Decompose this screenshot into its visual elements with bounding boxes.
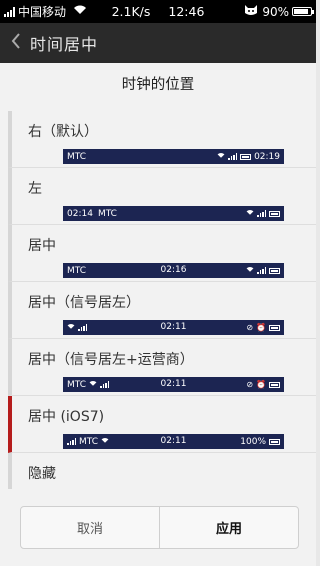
clock-position-dialog: 时钟的位置 右（默认） MTC 02:19 左 02:14 MTC 居中 MTC…	[0, 63, 316, 566]
option-hidden[interactable]: 隐藏	[8, 453, 316, 489]
preview-time: 02:16	[160, 265, 187, 275]
preview-time: 02:11	[160, 436, 187, 446]
battery-icon	[240, 153, 252, 160]
apply-button[interactable]: 应用	[159, 507, 298, 548]
option-center-signal-carrier[interactable]: 居中（信号居左+运营商） MTC 02:11 ⊘ ⏰	[8, 339, 316, 396]
option-center[interactable]: 居中 MTC 02:16	[8, 225, 316, 282]
option-label: 居中	[28, 238, 56, 254]
page-title: 时间居中	[30, 35, 99, 54]
signal-icon	[257, 210, 266, 217]
option-label: 右（默认）	[28, 124, 98, 140]
preview-time: 02:19	[254, 151, 280, 162]
option-label: 隐藏	[28, 466, 56, 482]
option-label: 居中（信号居左）	[28, 295, 140, 311]
preview-carrier: MTC	[97, 208, 117, 219]
status-preview: MTC 02:11 100%	[63, 434, 284, 449]
option-label: 左	[28, 181, 42, 197]
wifi-icon	[246, 209, 254, 218]
preview-time: 02:14	[67, 208, 93, 219]
battery-icon	[292, 7, 314, 16]
cancel-button[interactable]: 取消	[21, 507, 159, 548]
battery-icon	[269, 381, 280, 388]
battery-icon	[269, 210, 280, 217]
signal-icon	[228, 153, 238, 160]
status-preview: 02:11 ⊘ ⏰	[63, 320, 284, 335]
status-preview: MTC 02:11 ⊘ ⏰	[63, 377, 284, 392]
status-center: 2.1K/s 12:46	[0, 4, 316, 19]
preview-time: 02:11	[160, 322, 187, 332]
option-center-signal-left[interactable]: 居中（信号居左） 02:11 ⊘ ⏰	[8, 282, 316, 339]
chevron-left-icon	[11, 32, 21, 54]
dialog-buttons: 取消 应用	[20, 506, 299, 549]
battery-icon	[269, 267, 280, 274]
app-bar: 时间居中	[0, 23, 316, 63]
status-bar: 中国移动 2.1K/s 12:46 90%	[0, 0, 316, 23]
dialog-title: 时钟的位置	[121, 77, 195, 93]
option-center-ios7[interactable]: 居中 (iOS7) MTC 02:11 100%	[8, 396, 316, 453]
network-speed: 2.1K/s	[111, 4, 151, 19]
status-preview: MTC 02:19	[63, 149, 284, 164]
option-left[interactable]: 左 02:14 MTC	[8, 168, 316, 225]
option-right-default[interactable]: 右（默认） MTC 02:19	[8, 111, 316, 168]
status-preview: 02:14 MTC	[63, 206, 284, 221]
options-list: 右（默认） MTC 02:19 左 02:14 MTC 居中 MTC 02:16…	[8, 111, 316, 489]
battery-icon	[269, 438, 280, 445]
option-label: 居中（信号居左+运营商）	[28, 352, 194, 368]
preview-time: 02:11	[160, 379, 187, 389]
battery-icon	[269, 324, 280, 331]
preview-carrier: MTC	[67, 151, 87, 162]
option-label: 居中 (iOS7)	[28, 409, 105, 425]
status-time: 12:46	[168, 4, 205, 19]
status-preview: MTC 02:16	[63, 263, 284, 278]
back-button[interactable]	[2, 32, 30, 54]
wifi-icon	[217, 152, 225, 161]
